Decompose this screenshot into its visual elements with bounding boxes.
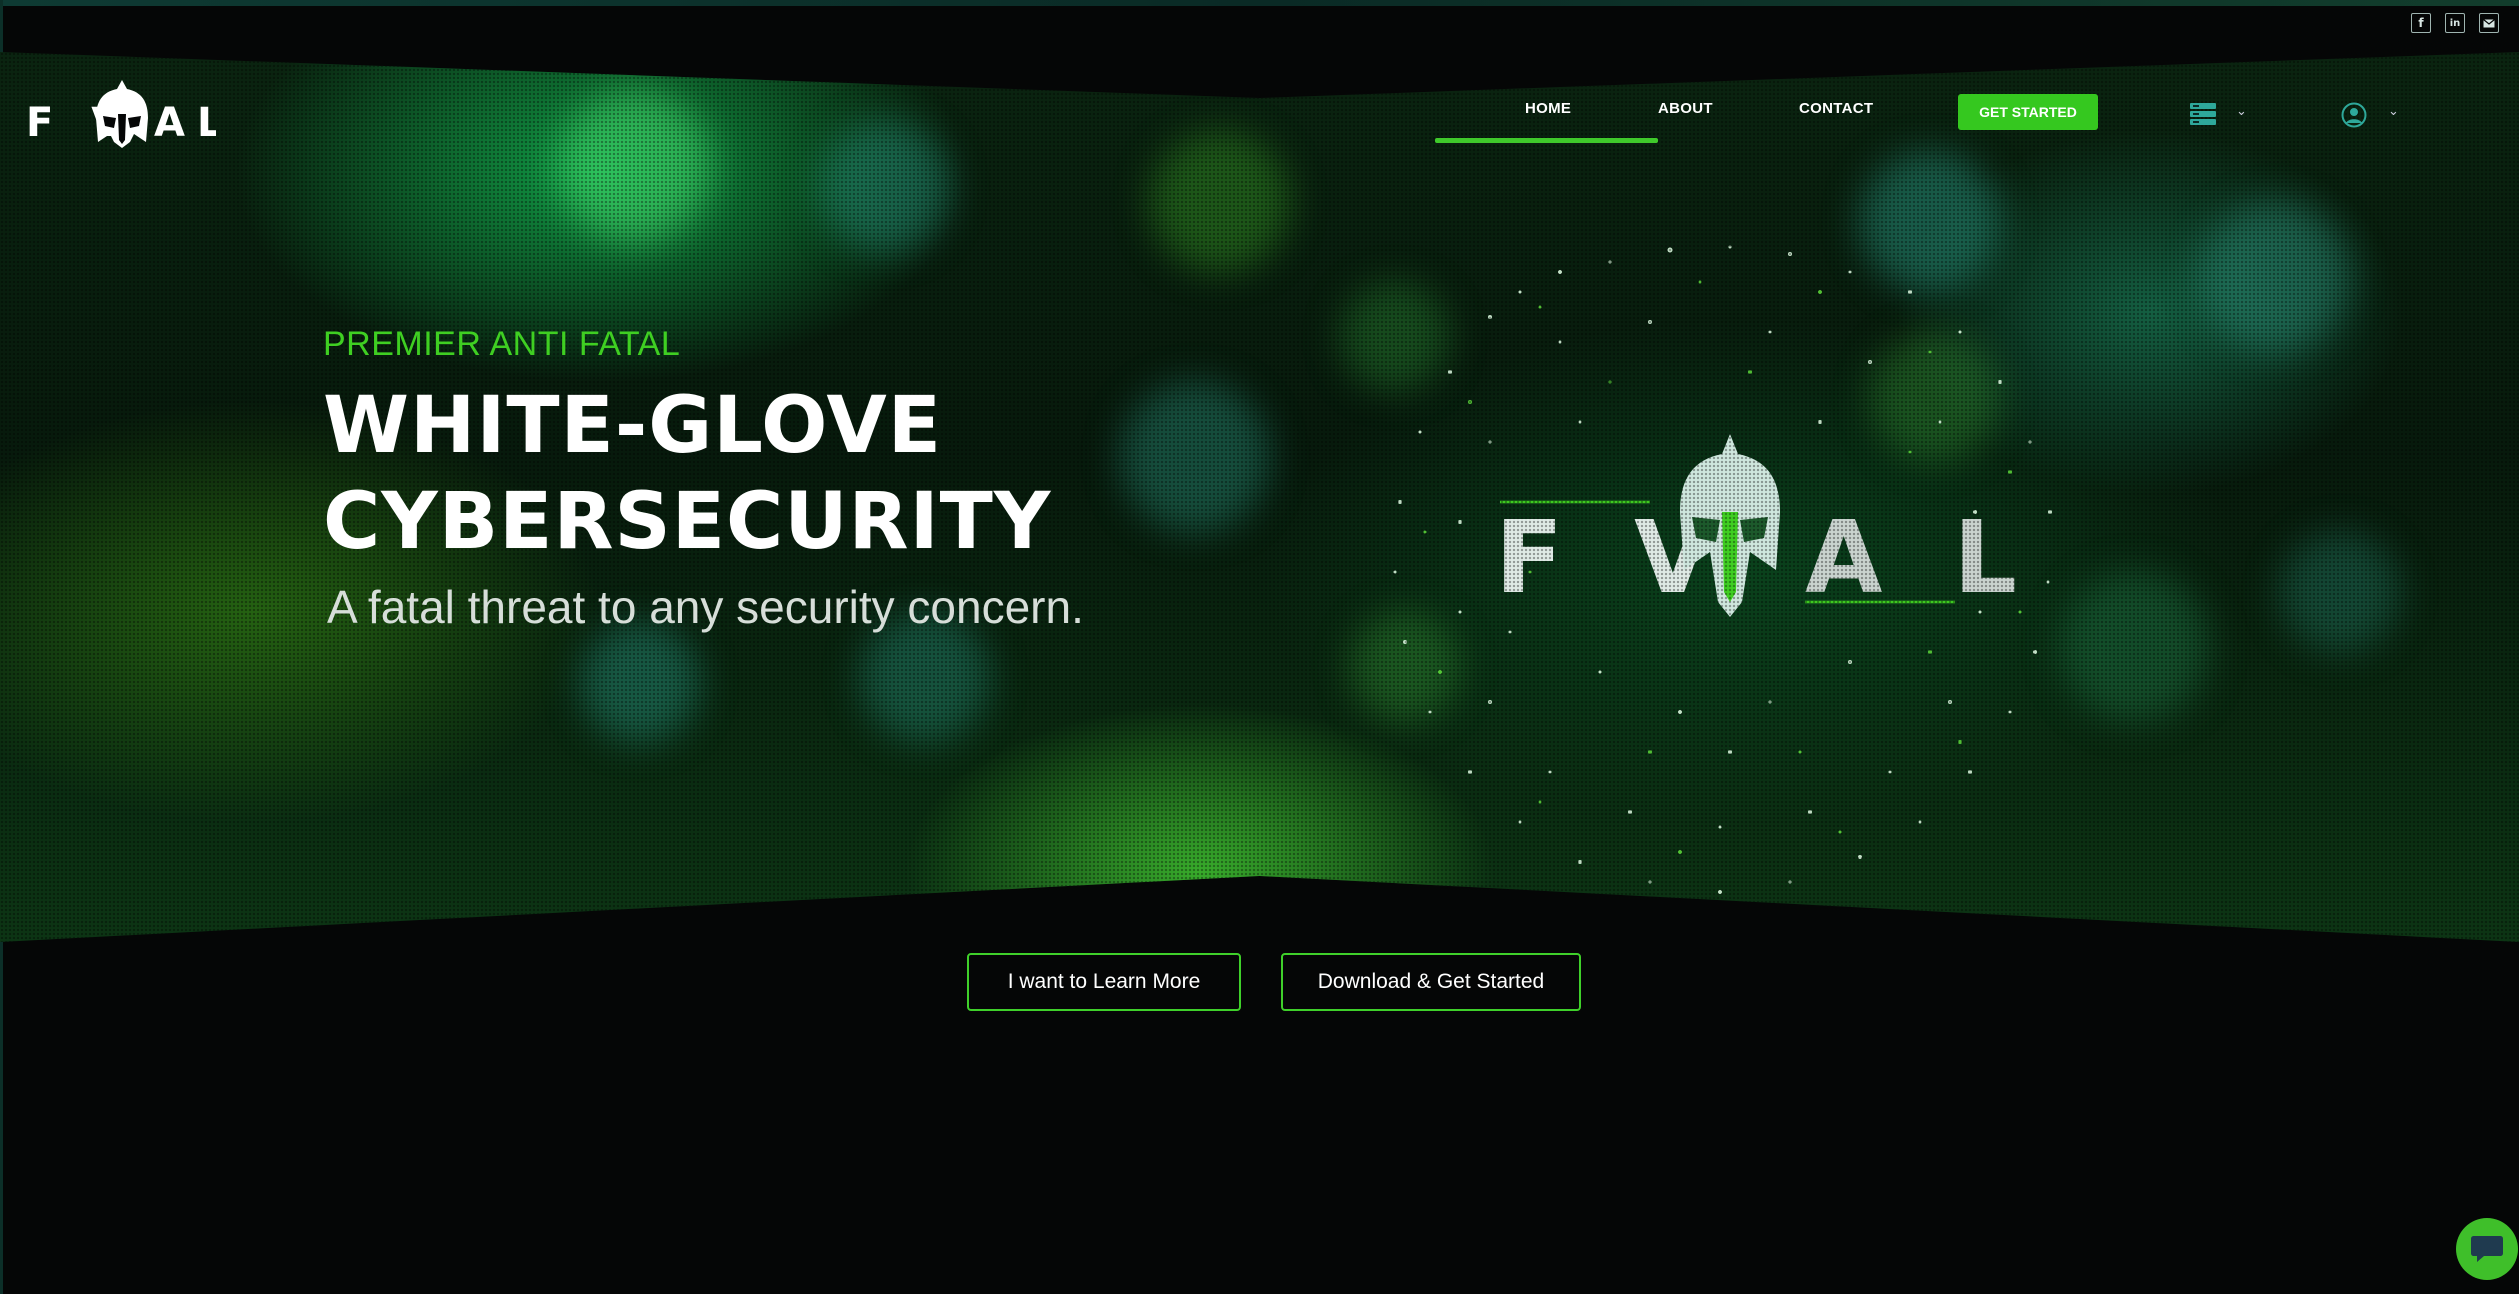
fatal-logo-icon: F V AL xyxy=(26,80,216,148)
hero-tagline: A fatal threat to any security concern. xyxy=(327,581,1084,633)
hero-text-block: PREMIER ANTI FATAL WHITE-GLOVE CYBERSECU… xyxy=(323,325,1084,634)
social-links: f in xyxy=(2411,13,2499,33)
user-circle-icon[interactable] xyxy=(2341,102,2367,133)
chat-bubble-icon xyxy=(2471,1236,2503,1262)
facebook-icon[interactable]: f xyxy=(2411,13,2431,33)
linkedin-icon[interactable]: in xyxy=(2445,13,2465,33)
chevron-down-icon[interactable]: ⌄ xyxy=(2388,104,2399,119)
nav-contact[interactable]: CONTACT xyxy=(1799,100,1873,117)
email-icon[interactable] xyxy=(2479,13,2499,33)
nav-about[interactable]: ABOUT xyxy=(1658,100,1713,117)
hero-eyebrow: PREMIER ANTI FATAL xyxy=(323,325,681,363)
get-started-button[interactable]: GET STARTED xyxy=(1958,94,2098,130)
nav-home[interactable]: HOME xyxy=(1525,100,1571,117)
hero-headline: WHITE-GLOVE CYBERSECURITY xyxy=(323,378,1084,570)
window-top-border xyxy=(0,0,2519,6)
headline-line-2: CYBERSECURITY xyxy=(323,477,1052,567)
server-stack-icon[interactable] xyxy=(2190,103,2216,130)
emblem-text-left: F V xyxy=(1495,499,1730,616)
learn-more-button[interactable]: I want to Learn More xyxy=(967,953,1241,1011)
nav-active-indicator xyxy=(1435,138,1658,143)
chat-widget-button[interactable] xyxy=(2456,1218,2518,1280)
emblem-text-right: A L xyxy=(1805,499,2035,616)
download-get-started-button[interactable]: Download & Get Started xyxy=(1281,953,1581,1011)
site-logo[interactable]: F V AL xyxy=(26,78,216,148)
chevron-down-icon[interactable]: ⌄ xyxy=(2236,104,2247,119)
svg-text:AL: AL xyxy=(154,100,216,146)
particle-globe-graphic: F V A L xyxy=(1393,245,2052,894)
helmet-emblem-icon xyxy=(1680,434,1780,617)
headline-line-1: WHITE-GLOVE xyxy=(323,381,943,471)
